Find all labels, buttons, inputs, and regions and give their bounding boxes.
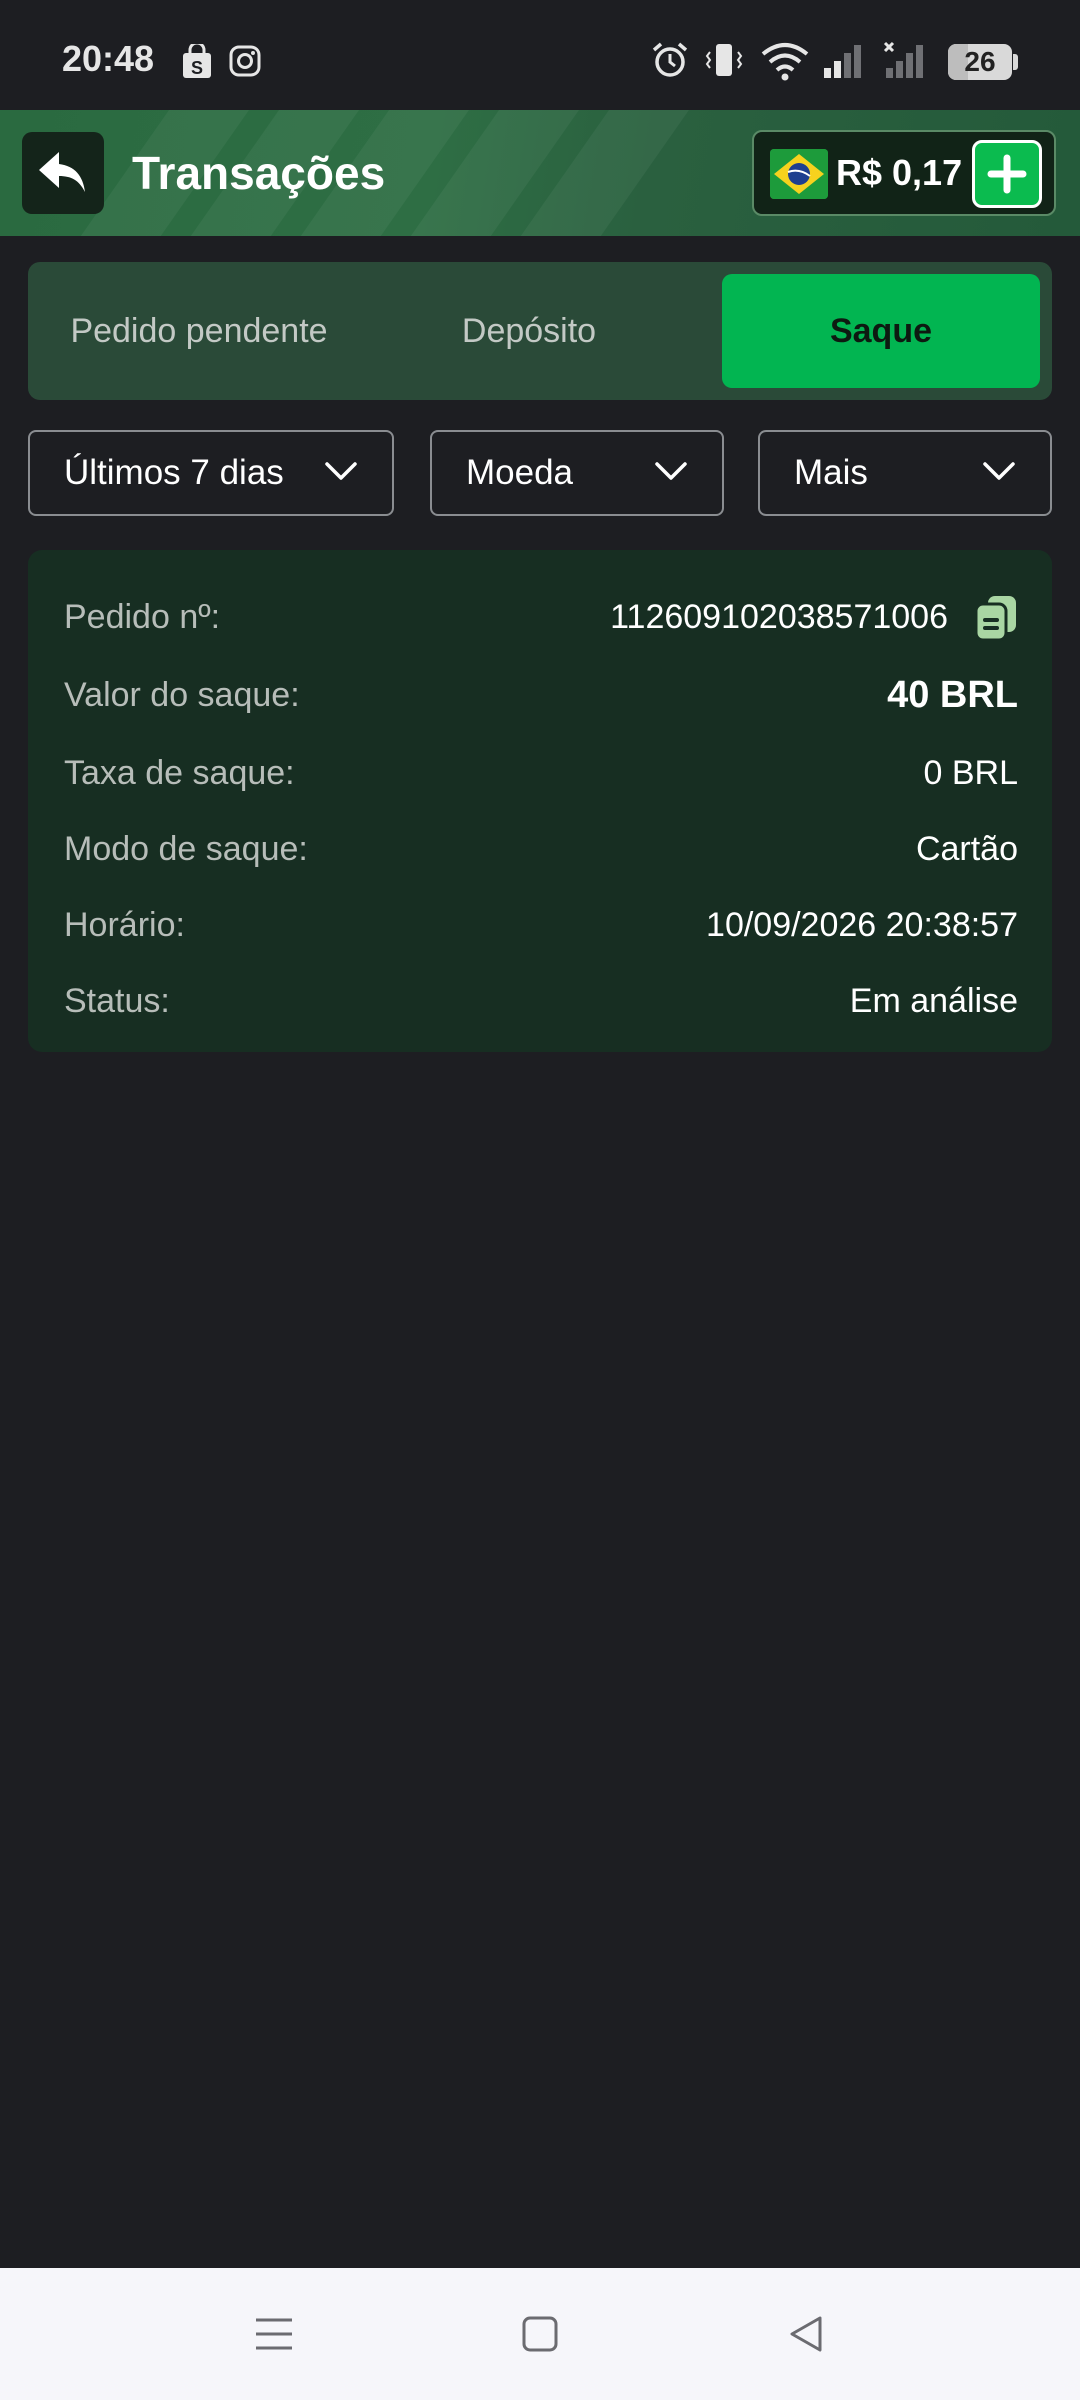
withdraw-amount-value: 40 BRL [887,674,1018,716]
svg-text:S: S [191,58,203,78]
status-row: Status: Em análise [28,970,1052,1030]
withdraw-mode-row: Modo de saque: Cartão [28,818,1052,878]
order-number-row: Pedido nº: 112609102038571006 [28,586,1052,646]
currency-filter-label: Moeda [466,453,574,492]
order-number-value: 112609102038571006 [610,598,948,636]
balance-amount: R$ 0,17 [836,152,963,193]
plus-icon [987,154,1027,194]
status-value: Em análise [849,982,1018,1020]
more-filter-label: Mais [794,453,868,492]
time-value: 10/09/2026 20:38:57 [706,906,1018,944]
balance-widget[interactable]: R$ 0,17 [752,130,1056,216]
status-time: 20:48 [62,38,155,79]
withdraw-fee-value: 0 BRL [923,754,1019,792]
chevron-down-icon [983,462,1015,480]
shopping-bag-icon: S [183,44,211,78]
order-number-label: Pedido nº: [64,598,221,636]
withdraw-amount-label: Valor do saque: [64,676,300,714]
reply-arrow-icon [39,152,85,192]
currency-filter-dropdown[interactable]: Moeda [430,430,724,516]
signal-no-service-icon [883,41,923,78]
app-header: Transações R$ 0,17 [0,110,1080,236]
transaction-type-tabs: Pedido pendente Depósito Saque [28,262,1052,400]
home-icon[interactable] [518,2312,562,2356]
more-filter-dropdown[interactable]: Mais [758,430,1052,516]
system-nav-bar [0,2268,1080,2400]
copy-icon[interactable] [974,594,1018,642]
withdraw-mode-value: Cartão [915,830,1018,868]
battery-level-text: 26 [964,46,996,77]
vibrate-icon [705,44,743,76]
status-label: Status: [64,982,170,1020]
withdraw-fee-row: Taxa de saque: 0 BRL [28,742,1052,802]
chevron-down-icon [655,462,687,480]
withdraw-fee-label: Taxa de saque: [64,754,295,792]
transaction-card: Pedido nº: 112609102038571006 Valor do s… [28,550,1052,1052]
withdraw-mode-label: Modo de saque: [64,830,308,868]
instagram-icon [229,45,261,77]
tab-deposit[interactable]: Depósito [364,274,694,388]
tab-pending-order[interactable]: Pedido pendente [34,274,364,388]
time-row: Horário: 10/09/2026 20:38:57 [28,894,1052,954]
chevron-down-icon [325,462,357,480]
page-title: Transações [132,147,386,199]
battery-cap [1013,54,1018,70]
back-button[interactable] [22,132,104,214]
tab-withdraw[interactable]: Saque [722,274,1040,388]
battery-icon: 26 [948,44,1012,80]
status-bar: 20:48 S 26 [0,0,1080,110]
wifi-icon [761,43,809,81]
withdraw-amount-row: Valor do saque: 40 BRL [28,664,1052,724]
period-filter-dropdown[interactable]: Últimos 7 dias [28,430,394,516]
time-label: Horário: [64,906,185,944]
alarm-icon [652,42,688,77]
menu-icon[interactable] [252,2312,296,2356]
signal-icon [824,45,861,78]
back-icon[interactable] [784,2312,828,2356]
add-funds-button[interactable] [972,140,1042,208]
period-filter-label: Últimos 7 dias [64,453,284,492]
brazil-flag-icon [770,149,828,199]
